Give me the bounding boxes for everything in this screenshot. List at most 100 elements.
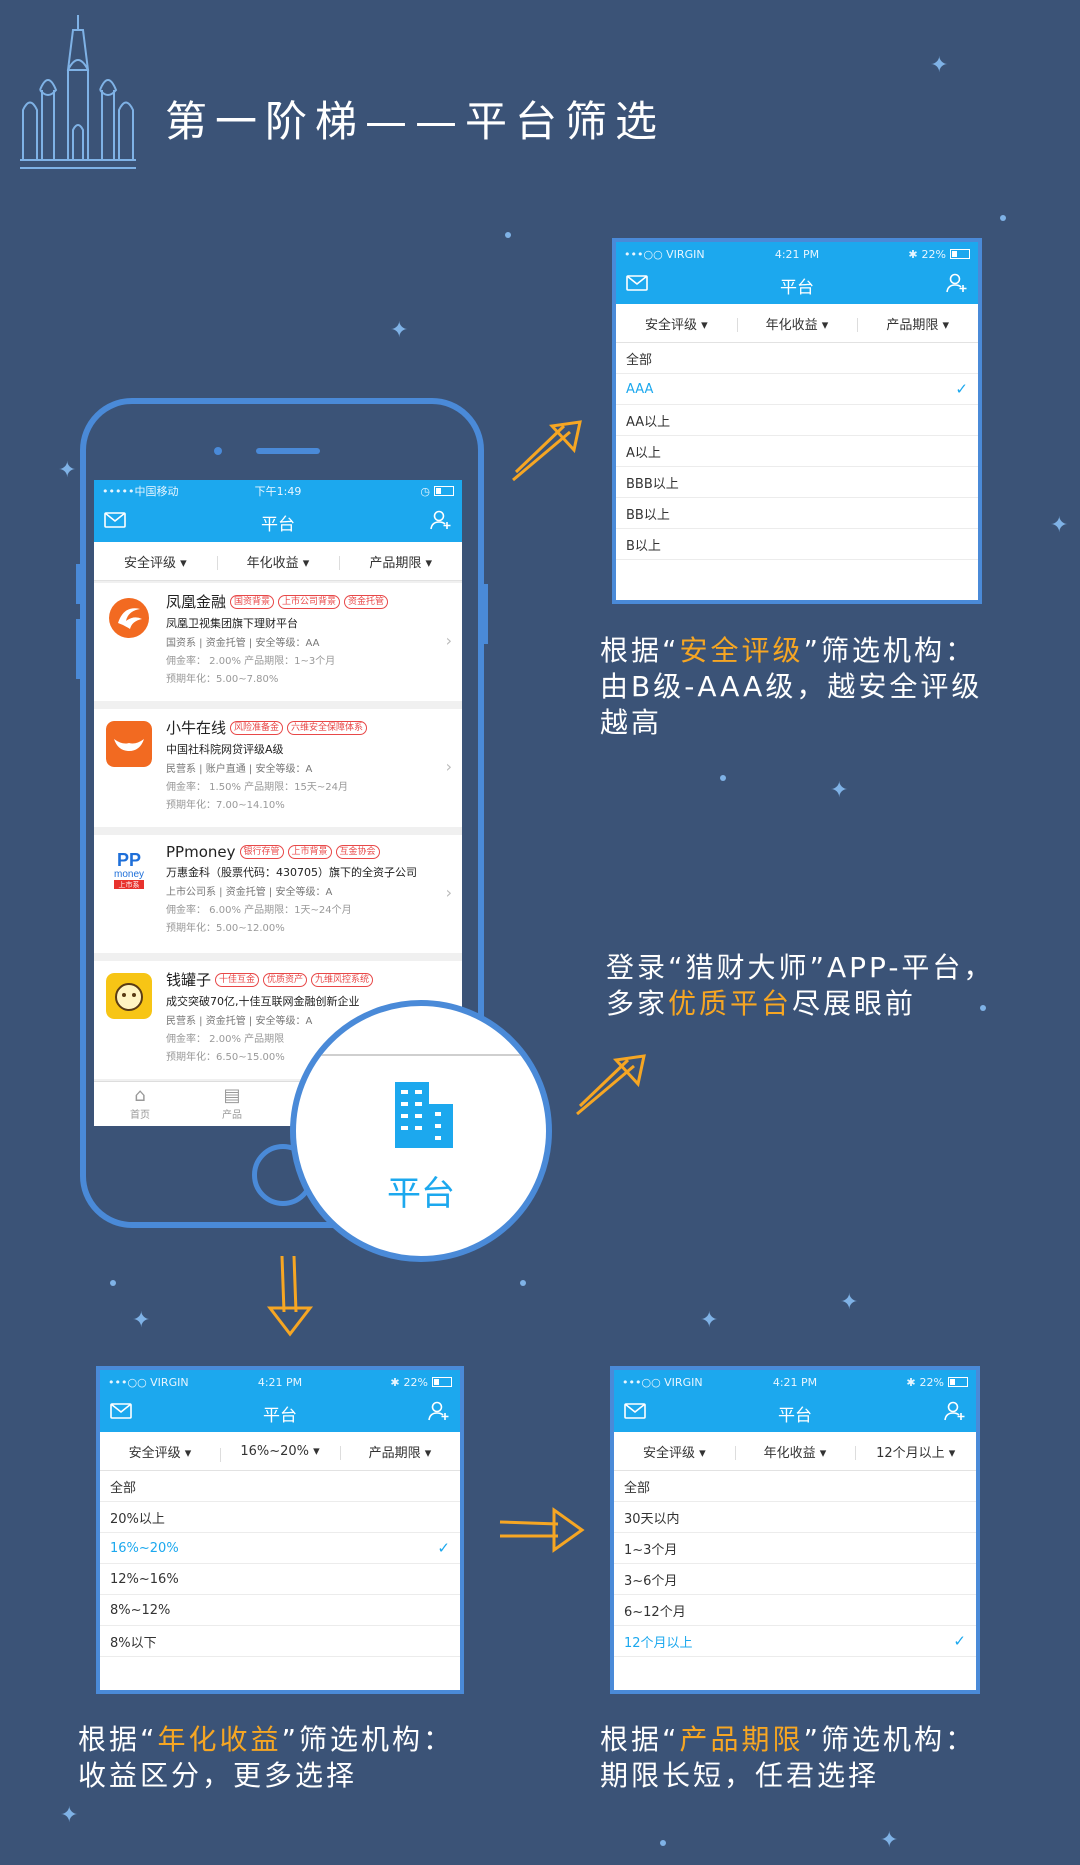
option-b-above[interactable]: B以上 — [616, 529, 978, 560]
option-bb-above[interactable]: BB以上 — [616, 498, 978, 529]
option-8-12[interactable]: 8%~12% — [100, 1595, 460, 1626]
carrier-label: •••○○ VIRGIN — [108, 1375, 189, 1389]
option-aaa[interactable]: AAA ✓ — [616, 374, 978, 405]
platform-card-fenghuang[interactable]: 凤凰金融 国资背景 上市公司背景 资金托管 凤凰卫视集团旗下理财平台 国资系 | 资金… — [94, 583, 462, 701]
tag-badge: 十佳互金 — [215, 972, 260, 987]
tag-badge: 银行存管 — [239, 845, 284, 859]
add-user-icon[interactable] — [428, 1401, 450, 1426]
filter-bar: 安全评级 ▾ 年化收益 ▾ 产品期限 ▾ — [616, 304, 978, 343]
panel-product-term: •••○○ VIRGIN 4:21 PM ✱ 22% 平台 安全评级 ▾ 年化收益… — [610, 1366, 980, 1694]
magnifier-label: 平台 — [387, 1174, 455, 1214]
filter-annual-yield[interactable]: 年化收益 ▾ — [734, 1442, 856, 1461]
platform-commission: 佣金率： 1.50% 产品期限：15天~24月 — [166, 782, 348, 793]
carrier-label: •••○○ VIRGIN — [624, 247, 705, 261]
option-6-12-months[interactable]: 6~12个月 — [614, 1595, 976, 1626]
tag-badge: 优质资产 — [263, 972, 308, 987]
option-30-days[interactable]: 30天以内 — [614, 1502, 976, 1533]
tab-products[interactable]: ▤ 产品 — [186, 1082, 278, 1126]
nav-title: 平台 — [261, 514, 295, 535]
platform-name: 凤凰金融 — [166, 593, 227, 611]
mail-icon[interactable] — [110, 1402, 132, 1424]
filter-safety-rating[interactable]: 安全评级 ▾ — [614, 1442, 735, 1461]
panel-annual-yield: •••○○ VIRGIN 4:21 PM ✱ 22% 平台 安全评级 ▾ 16%~… — [96, 1366, 464, 1694]
platform-card-xiaoniu[interactable]: 小牛在线 风险准备金 六维安全保障体系 中国社科院网贷评级A级 民营系 | 账户直通… — [94, 709, 462, 827]
bluetooth-icon: ✱ — [906, 1375, 916, 1389]
star-decoration: ✦ — [700, 1308, 719, 1333]
mail-icon[interactable] — [626, 274, 648, 296]
battery-level: 22% — [921, 247, 946, 261]
option-8-below[interactable]: 8%以下 — [100, 1626, 460, 1657]
mail-icon[interactable] — [104, 511, 126, 533]
clock: 4:21 PM — [257, 1375, 303, 1389]
option-12-16[interactable]: 12%~16% — [100, 1564, 460, 1595]
battery-icon — [948, 1377, 968, 1387]
check-icon: ✓ — [437, 1539, 450, 1557]
bluetooth-icon: ✱ — [908, 247, 918, 261]
xiaoniu-logo — [106, 721, 152, 767]
tag-badge: 上市公司背景 — [278, 594, 341, 609]
tab-home[interactable]: ⌂ 首页 — [94, 1082, 186, 1126]
filter-safety-rating[interactable]: 安全评级 ▾ — [616, 314, 737, 333]
dot-decoration — [660, 1840, 666, 1846]
check-icon: ✓ — [955, 380, 968, 398]
filter-annual-yield[interactable]: 年化收益 ▾ — [216, 552, 340, 571]
clock: 4:21 PM — [772, 1375, 818, 1389]
chevron-right-icon: › — [445, 883, 452, 902]
filter-product-term[interactable]: 产品期限 ▾ — [339, 552, 462, 571]
chevron-right-icon: › — [445, 757, 452, 776]
option-all[interactable]: 全部 — [614, 1471, 976, 1502]
filter-bar: 安全评级 ▾ 16%~20% ▾ 产品期限 ▾ — [100, 1432, 460, 1471]
castle-icon — [20, 15, 136, 169]
option-12-months-above[interactable]: 12个月以上 ✓ — [614, 1626, 976, 1657]
caption-highlight: 产品期限 — [679, 1723, 804, 1756]
filter-product-term[interactable]: 产品期限 ▾ — [340, 1442, 460, 1461]
filter-safety-rating[interactable]: 安全评级 ▾ — [94, 552, 217, 571]
platform-yield: 预期年化：7.00~14.10% — [166, 800, 285, 811]
add-user-icon[interactable] — [430, 510, 452, 535]
option-aa-above[interactable]: AA以上 — [616, 405, 978, 436]
magnifier-platform-tab: 平台 — [290, 1000, 552, 1262]
nav-bar: 平台 — [94, 502, 462, 542]
platform-yield: 预期年化：5.00~12.00% — [166, 923, 285, 934]
add-user-icon[interactable] — [946, 273, 968, 298]
star-decoration: ✦ — [390, 318, 409, 343]
caption-highlight: 优质平台 — [668, 987, 793, 1020]
caption-yield: 根据“年化收益”筛选机构： 收益区分，更多选择 — [78, 1723, 455, 1792]
nav-title: 平台 — [780, 277, 814, 298]
filter-product-term[interactable]: 12个月以上 ▾ — [855, 1442, 976, 1461]
option-16-20[interactable]: 16%~20% ✓ — [100, 1533, 460, 1564]
nav-title: 平台 — [263, 1405, 297, 1426]
option-20-above[interactable]: 20%以上 — [100, 1502, 460, 1533]
dot-decoration — [505, 232, 511, 238]
tag-badge: 六维安全保障体系 — [287, 720, 368, 735]
star-decoration: ✦ — [58, 458, 77, 483]
option-bbb-above[interactable]: BBB以上 — [616, 467, 978, 498]
dot-decoration — [110, 1280, 116, 1286]
tag-badge: 上市背景 — [287, 845, 332, 859]
ppmoney-logo-money: money — [114, 869, 144, 880]
caption-term: 根据“产品期限”筛选机构： 期限长短，任君选择 — [600, 1723, 977, 1792]
filter-bar: 安全评级 ▾ 年化收益 ▾ 12个月以上 ▾ — [614, 1432, 976, 1471]
option-3-6-months[interactable]: 3~6个月 — [614, 1564, 976, 1595]
ppmoney-logo-pp: PP — [117, 850, 141, 870]
star-decoration: ✦ — [830, 778, 849, 803]
platform-meta: 国资系 | 资金托管 | 安全等级：AA — [166, 638, 320, 649]
caption-safety: 根据“安全评级”筛选机构： 由B级-AAA级，越安全评级 越高 — [600, 634, 983, 739]
add-user-icon[interactable] — [944, 1401, 966, 1426]
option-a-above[interactable]: A以上 — [616, 436, 978, 467]
option-all[interactable]: 全部 — [616, 343, 978, 374]
clock: 下午1:49 — [254, 485, 302, 498]
filter-safety-rating[interactable]: 安全评级 ▾ — [100, 1442, 220, 1461]
tag-badge: 风险准备金 — [230, 720, 284, 735]
filter-annual-yield[interactable]: 年化收益 ▾ — [736, 314, 858, 333]
tag-badge: 国资背景 — [230, 594, 275, 609]
chevron-right-icon: › — [445, 631, 452, 650]
platform-card-ppmoney[interactable]: PP money 上市系 PPmoney 银行存管 上市背景 互金协会 万惠金科（股票代码… — [94, 835, 462, 953]
tag-badge: 互金协会 — [335, 845, 380, 859]
mail-icon[interactable] — [624, 1402, 646, 1424]
filter-annual-yield[interactable]: 16%~20% ▾ — [220, 1444, 340, 1462]
filter-product-term[interactable]: 产品期限 ▾ — [857, 314, 978, 333]
option-all[interactable]: 全部 — [100, 1471, 460, 1502]
option-1-3-months[interactable]: 1~3个月 — [614, 1533, 976, 1564]
star-decoration: ✦ — [840, 1290, 859, 1315]
